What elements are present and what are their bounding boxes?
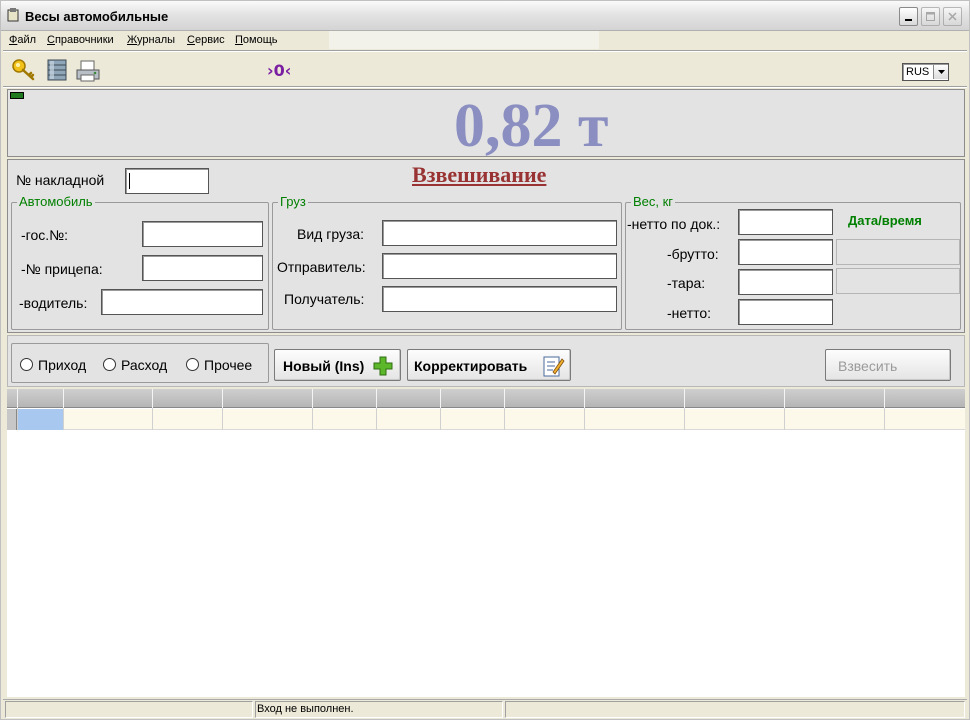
menu-help[interactable]: Помощь <box>235 34 278 46</box>
radio-out[interactable] <box>103 358 116 371</box>
radio-in-label: Приход <box>38 357 87 373</box>
sender-input[interactable] <box>382 253 617 279</box>
edit-button[interactable]: Корректировать <box>407 349 571 381</box>
login-status: Вход не выполнен. <box>257 703 354 715</box>
receiver-input[interactable] <box>382 286 617 312</box>
net-doc-input[interactable] <box>738 209 833 235</box>
grid-header-divider[interactable] <box>504 389 505 408</box>
form-heading: Взвешивание <box>412 162 547 187</box>
grid-header-divider[interactable] <box>440 389 441 408</box>
close-button[interactable] <box>943 7 962 26</box>
app-icon <box>7 8 19 22</box>
weight-display-panel: 0,82 т <box>7 89 965 160</box>
weigh-button[interactable]: Взвесить <box>825 349 951 381</box>
plus-icon <box>373 356 393 376</box>
window-title: Весы автомобильные <box>25 9 169 24</box>
menu-file[interactable]: Файл <box>9 34 36 46</box>
title-bar: Весы автомобильные <box>1 1 969 31</box>
weight-value: 0,82 т <box>454 92 609 160</box>
grid-header-divider[interactable] <box>63 389 64 408</box>
close-icon <box>948 12 957 21</box>
weight-group-title: Вес, кг <box>631 194 676 209</box>
invoice-label: № накладной <box>16 172 105 188</box>
trailer-input[interactable] <box>142 255 263 281</box>
grid-header-divider[interactable] <box>584 389 585 408</box>
connection-indicator <box>10 92 24 99</box>
grid-header-divider[interactable] <box>312 389 313 408</box>
grid-header-divider[interactable] <box>17 389 18 408</box>
status-cell-2: Вход не выполнен. <box>255 701 503 718</box>
menu-journals[interactable]: Журналы <box>127 34 175 46</box>
printer-icon[interactable] <box>75 59 101 83</box>
menu-references[interactable]: Справочники <box>47 34 114 46</box>
action-panel: Приход Расход Прочее Новый (Ins) Коррект… <box>7 335 965 387</box>
form-panel: № накладной Взвешивание Автомобиль -гос.… <box>7 159 965 333</box>
status-cell-1 <box>5 701 253 718</box>
sender-label: Отправитель: <box>277 259 366 275</box>
cargo-type-label: Вид груза: <box>297 226 365 242</box>
driver-label: -водитель: <box>19 295 88 311</box>
language-dropdown-button[interactable] <box>933 65 948 79</box>
radio-other-label: Прочее <box>204 357 253 373</box>
records-grid[interactable] <box>7 389 965 697</box>
cargo-type-input[interactable] <box>382 220 617 246</box>
menu-bar-filler <box>329 31 599 49</box>
toolbar-separator <box>3 86 967 88</box>
language-value: RUS <box>906 66 930 78</box>
driver-input[interactable] <box>101 289 263 315</box>
weigh-button-label: Взвесить <box>838 358 898 374</box>
key-icon[interactable] <box>11 58 37 82</box>
database-icon[interactable] <box>46 58 68 82</box>
gross-label: -брутто: <box>667 246 719 262</box>
receiver-label: Получатель: <box>284 291 365 307</box>
grid-header-divider[interactable] <box>222 389 223 408</box>
maximize-icon <box>926 12 935 21</box>
tare-label: -тара: <box>667 275 706 291</box>
datetime-label: Дата/время <box>848 213 922 228</box>
plate-label: -гос.№: <box>21 227 69 243</box>
net-label: -нетто: <box>667 305 712 321</box>
trailer-label: -№ прицепа: <box>21 261 103 277</box>
grid-header-divider[interactable] <box>684 389 685 408</box>
radio-in[interactable] <box>20 358 33 371</box>
zero-button[interactable]: ›0‹ <box>267 61 291 80</box>
plate-input[interactable] <box>142 221 263 247</box>
tare-input[interactable] <box>738 269 833 295</box>
chevron-down-icon <box>938 70 945 74</box>
app-window: Весы автомобильные Файл Справочники Журн… <box>0 0 970 720</box>
gross-datetime-field <box>836 239 960 265</box>
grid-header-divider[interactable] <box>376 389 377 408</box>
gross-input[interactable] <box>738 239 833 265</box>
minimize-icon <box>905 19 912 21</box>
grid-header-divider[interactable] <box>152 389 153 408</box>
net-doc-label: -нетто по док.: <box>627 216 721 232</box>
maximize-button[interactable] <box>921 7 940 26</box>
car-group-title: Автомобиль <box>17 194 95 209</box>
status-cell-3 <box>505 701 965 718</box>
grid-header <box>7 389 965 408</box>
selected-cell[interactable] <box>17 409 63 430</box>
minimize-button[interactable] <box>899 7 918 26</box>
text-cursor <box>129 173 130 189</box>
menu-service[interactable]: Сервис <box>187 34 225 46</box>
grid-header-divider[interactable] <box>784 389 785 408</box>
edit-document-icon <box>543 356 565 377</box>
new-button[interactable]: Новый (Ins) <box>274 349 401 381</box>
edit-button-label: Корректировать <box>414 358 528 374</box>
language-select[interactable]: RUS <box>902 63 949 81</box>
row-indicator[interactable] <box>7 409 17 430</box>
net-input[interactable] <box>738 299 833 325</box>
menu-separator <box>3 50 967 52</box>
invoice-input[interactable] <box>125 168 209 194</box>
cargo-group-title: Груз <box>278 194 308 209</box>
radio-other[interactable] <box>186 358 199 371</box>
tare-datetime-field <box>836 268 960 294</box>
radio-out-label: Расход <box>121 357 168 373</box>
table-row[interactable] <box>7 409 965 430</box>
grid-header-divider[interactable] <box>884 389 885 408</box>
new-button-label: Новый (Ins) <box>283 358 365 374</box>
